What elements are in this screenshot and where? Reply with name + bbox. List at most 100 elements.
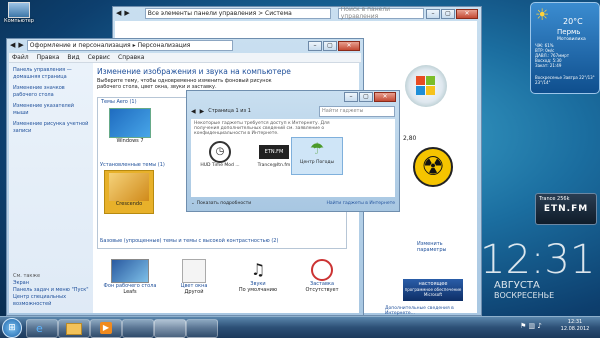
sidebar-link-account-picture[interactable]: Изменение рисунка учетной записи: [13, 121, 89, 135]
taskbar-personalization-button[interactable]: [154, 319, 186, 338]
tray-date: 12.08.2012: [560, 326, 590, 332]
weather-temp: 20°C: [563, 17, 583, 26]
clock-icon: ◷: [209, 141, 231, 163]
radio-title: Trance 256k: [539, 196, 570, 202]
online-gadgets-link[interactable]: Найти гаджеты в Интернете: [327, 201, 395, 206]
theme-crescendo-label: Crescendo: [115, 201, 143, 207]
menu-edit[interactable]: Правка: [37, 54, 60, 61]
maximize-button[interactable]: ▢: [441, 9, 455, 19]
change-settings-link[interactable]: Изменить параметры: [417, 241, 467, 253]
radio-gadget[interactable]: Trance 256k ETN.FM: [535, 193, 597, 225]
theme-crescendo-thumb: [109, 173, 149, 201]
computer-icon-label: Компьютер: [4, 18, 34, 24]
tray-clock[interactable]: 12:31 12.08.2012: [556, 319, 594, 333]
taskbar-explorer-button[interactable]: [58, 319, 90, 338]
sounds-icon: ♫: [250, 260, 266, 279]
gadgets-search-box[interactable]: Найти гаджеты: [319, 105, 395, 117]
genuine-microsoft-badge[interactable]: настоящее программное обеспечение Micros…: [403, 279, 463, 301]
window-color-icon: [182, 259, 206, 283]
installed-section-title: Установленные темы (1): [100, 162, 165, 168]
screensaver-value: Отсутствует: [305, 287, 339, 293]
desktop-clock: 12:31 АВГУСТА ВОСКРЕСЕНЬЕ: [480, 240, 595, 300]
see-also-ease-of-access[interactable]: Центр специальных возможностей: [13, 294, 93, 308]
back-arrow-icon[interactable]: ◀: [10, 41, 15, 49]
menu-bar: Файл Правка Вид Сервис Справка: [9, 53, 361, 63]
minimize-button[interactable]: –: [344, 92, 358, 102]
radio-logo: ETN.FM: [543, 204, 589, 214]
taskbar-media-button[interactable]: ▶: [90, 319, 122, 338]
window-color-value: Другой: [184, 289, 204, 295]
menu-view[interactable]: Вид: [67, 54, 79, 61]
see-also-taskbar[interactable]: Панель задач и меню "Пуск": [13, 287, 93, 294]
clock-time: 12:31: [480, 237, 596, 283]
gadgets-search-placeholder: Найти гаджеты: [322, 108, 364, 114]
desktop-background-value: Leafs: [123, 289, 137, 295]
close-button[interactable]: ✕: [374, 92, 396, 102]
back-arrow-icon[interactable]: ◀: [116, 9, 121, 17]
prev-page-icon[interactable]: ◀: [191, 108, 196, 115]
close-button[interactable]: ✕: [338, 41, 360, 51]
wallpaper-icon: [111, 259, 149, 283]
screensaver-icon: [311, 259, 333, 281]
volume-icon[interactable]: ♪: [537, 322, 541, 330]
page-subtext: Выберите тему, чтобы одновременно измени…: [97, 78, 272, 90]
system-search-box[interactable]: Поиск в панели управления: [337, 6, 424, 20]
start-button[interactable]: ⊞: [2, 318, 22, 338]
windows-logo-icon: [405, 65, 447, 107]
menu-file[interactable]: Файл: [12, 54, 29, 61]
taskbar-ie-button[interactable]: e: [26, 319, 58, 338]
weather-forecast: Воскресенье Завтра 22°/13° 23°/14°: [535, 75, 595, 85]
window-color-option[interactable]: Цвет окна Другой: [165, 259, 223, 295]
tray-icons: ⚑ ▥ ♪: [520, 322, 542, 330]
see-also-display[interactable]: Экран: [13, 280, 93, 287]
radio-logo-icon: ETN.FM: [259, 145, 289, 159]
close-button[interactable]: ✕: [456, 9, 478, 19]
umbrella-icon: ☂: [309, 139, 325, 158]
forward-arrow-icon[interactable]: ▶: [124, 9, 129, 17]
system-address-bar[interactable]: Все элементы панели управления > Система: [144, 7, 331, 19]
maximize-button[interactable]: ▢: [359, 92, 373, 102]
next-page-icon[interactable]: ▶: [200, 108, 205, 115]
screensaver-option[interactable]: Заставка Отсутствует: [293, 259, 351, 293]
gadget-weather-label: Центр Погоды: [299, 160, 335, 165]
taskbar-system-button[interactable]: [186, 319, 218, 338]
computer-desktop-icon[interactable]: Компьютер: [2, 2, 36, 24]
maximize-button[interactable]: ▢: [323, 41, 337, 51]
theme-windows7-thumb: [109, 108, 151, 138]
sidebar-link-mouse-pointers[interactable]: Изменение указателей мыши: [13, 103, 89, 117]
desktop-background-option[interactable]: Фон рабочего стола Leafs: [101, 259, 159, 295]
forward-arrow-icon[interactable]: ▶: [18, 41, 23, 49]
weather-district: Мотовилиха: [557, 37, 586, 42]
taskbar: ⊞ e ▶ ⚑ ▥ ♪ 12:31 12.08.2012: [0, 316, 600, 338]
taskbar-gadgets-button[interactable]: [122, 319, 154, 338]
menu-help[interactable]: Справка: [118, 54, 144, 61]
gadget-hud-time[interactable]: ◷ HUD Time Mod ...: [195, 141, 245, 168]
see-also-title: См. также: [13, 273, 41, 279]
gadgets-caption-buttons: – ▢ ✕: [344, 92, 396, 102]
menu-tools[interactable]: Сервис: [88, 54, 110, 61]
personalization-address-bar[interactable]: Оформление и персонализация ▸ Персонализ…: [26, 39, 233, 51]
show-details-label[interactable]: Показать подробности: [197, 201, 251, 206]
system-search-placeholder: Поиск в панели управления: [340, 6, 391, 20]
system-address-text: Все элементы панели управления > Система: [147, 9, 292, 17]
sidebar-link-desktop-icons[interactable]: Изменение значков рабочего стола: [13, 85, 89, 99]
theme-windows7[interactable]: Windows 7: [108, 108, 152, 148]
sounds-option[interactable]: ♫ Звуки По умолчанию: [229, 259, 287, 293]
sidebar-link-home[interactable]: Панель управления — домашняя страница: [13, 67, 89, 81]
network-icon[interactable]: ▥: [529, 322, 536, 330]
computer-icon: [8, 2, 30, 18]
address-crumb-1: Оформление и персонализация: [29, 41, 131, 49]
more-info-link[interactable]: Дополнительные сведения в Интернете...: [385, 306, 477, 316]
radiation-icon: ☢: [413, 147, 453, 187]
theme-crescendo[interactable]: Crescendo: [104, 170, 154, 214]
minimize-button[interactable]: –: [308, 41, 322, 51]
gadget-hud-time-label: HUD Time Mod ...: [200, 163, 240, 168]
basic-section-title: Базовые (упрощенные) темы и темы с высок…: [100, 238, 279, 244]
gadget-weather-center[interactable]: ☂ Центр Погоды: [291, 137, 343, 175]
gadgets-window[interactable]: – ▢ ✕ ◀ ▶ Страница 1 из 1 Найти гаджеты …: [186, 90, 400, 212]
see-also-section: См. также Экран Панель задач и меню "Пус…: [13, 273, 93, 308]
expand-details-icon[interactable]: ⌄: [191, 201, 195, 206]
weather-gadget[interactable]: ☀ 20°C Пермь Мотовилиха ЧЖ: 61% ВТР: 0м/…: [530, 2, 600, 94]
flag-icon[interactable]: ⚑: [520, 322, 526, 330]
minimize-button[interactable]: –: [426, 9, 440, 19]
